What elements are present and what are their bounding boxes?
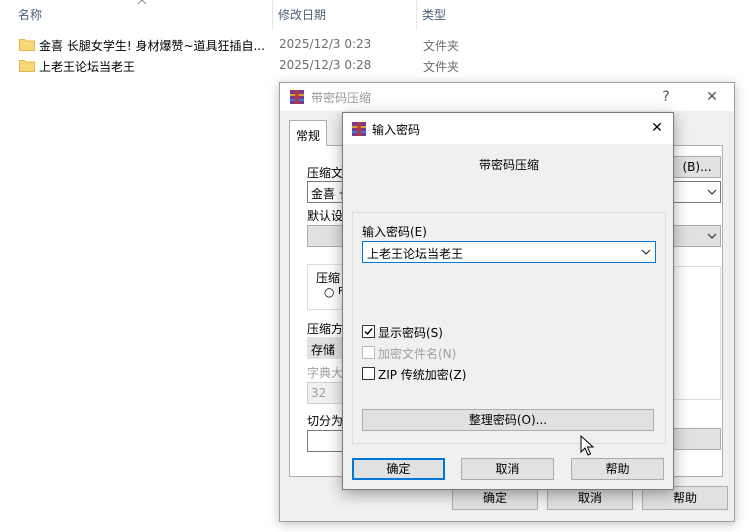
- sort-ascending-icon: [137, 0, 147, 5]
- folder-icon: [19, 39, 35, 51]
- password-combo[interactable]: 上老王论坛当老王: [362, 241, 656, 263]
- default-settings-label: 默认设: [307, 209, 344, 223]
- split-label: 切分为: [307, 414, 344, 428]
- winrar-icon: [290, 90, 304, 104]
- file-name: 上老王论坛当老王: [39, 60, 136, 74]
- profiles-button[interactable]: [307, 225, 347, 247]
- close-button[interactable]: ✕: [643, 117, 671, 139]
- split-field[interactable]: [307, 430, 347, 452]
- dialog-titlebar[interactable]: 输入密码 ✕: [343, 113, 673, 144]
- chevron-down-icon[interactable]: [641, 249, 651, 255]
- chevron-down-icon: [707, 189, 717, 195]
- format-label: 压缩: [316, 271, 341, 285]
- update-mode-select[interactable]: [673, 181, 721, 203]
- column-header-date[interactable]: 修改日期: [274, 0, 326, 30]
- dialog-title: 输入密码: [372, 123, 421, 137]
- dialog-heading: 带密码压缩: [478, 158, 539, 172]
- column-divider[interactable]: [272, 0, 273, 30]
- close-button[interactable]: ✕: [698, 86, 726, 108]
- show-password-label: 显示密码(S): [378, 326, 443, 340]
- dict-size-label: 字典大: [307, 366, 344, 380]
- folder-icon: [19, 60, 35, 72]
- options-group: [673, 266, 721, 400]
- file-name: 金喜 长腿女学生! 身材爆赞~道具狂插自...: [39, 39, 265, 53]
- method-select[interactable]: 存储: [307, 337, 347, 359]
- password-label: 输入密码(E): [362, 225, 427, 239]
- enter-password-dialog: 输入密码 ✕ 带密码压缩 输入密码(E) 上老王论坛当老王 显示密码(S) 加密…: [342, 112, 674, 490]
- method-label: 压缩方: [307, 322, 344, 336]
- checkmark-icon: [364, 328, 373, 336]
- encrypt-filenames-checkbox[interactable]: [362, 346, 375, 359]
- set-password-button[interactable]: [673, 428, 721, 450]
- file-type: 文件夹: [423, 39, 460, 53]
- cancel-button[interactable]: 取消: [461, 458, 554, 480]
- column-header-name[interactable]: 名称: [14, 0, 42, 30]
- browse-button[interactable]: (B)...: [673, 156, 721, 178]
- help-button[interactable]: 帮助: [571, 458, 664, 480]
- method-value: 存储: [311, 343, 336, 357]
- format-group: 压缩 ○ R: [307, 264, 347, 310]
- column-header-type[interactable]: 类型: [418, 0, 446, 30]
- archive-name-label: 压缩文: [307, 166, 344, 180]
- dict-size-value: 32: [311, 386, 327, 400]
- ok-button[interactable]: 确定: [352, 458, 445, 480]
- dialog-titlebar[interactable]: 带密码压缩 ? ✕: [280, 83, 734, 111]
- show-password-checkbox[interactable]: [362, 325, 375, 338]
- zip-legacy-encryption-checkbox[interactable]: [362, 367, 375, 380]
- file-date: 2025/12/3 0:28: [279, 58, 372, 72]
- options-select[interactable]: [673, 225, 721, 247]
- winrar-icon: [352, 122, 366, 136]
- archive-name-field[interactable]: 金喜 长: [307, 181, 351, 203]
- zip-legacy-encryption-label: ZIP 传统加密(Z): [378, 368, 467, 382]
- password-value: 上老王论坛当老王: [367, 247, 464, 261]
- file-type: 文件夹: [423, 60, 460, 74]
- organize-passwords-button[interactable]: 整理密码(O)...: [362, 409, 654, 431]
- help-titlebar-button[interactable]: ?: [652, 86, 680, 108]
- file-row[interactable]: 金喜 长腿女学生! 身材爆赞~道具狂插自... 2025/12/3 0:23 文…: [0, 35, 520, 56]
- chevron-down-icon: [707, 233, 717, 239]
- dialog-title: 带密码压缩: [311, 91, 372, 105]
- file-date: 2025/12/3 0:23: [279, 37, 372, 51]
- file-row[interactable]: 上老王论坛当老王 2025/12/3 0:28 文件夹: [0, 56, 520, 77]
- column-divider[interactable]: [416, 0, 417, 30]
- encrypt-filenames-label: 加密文件名(N): [378, 347, 457, 361]
- mouse-cursor-icon: [580, 435, 594, 456]
- format-radio[interactable]: ○: [324, 285, 334, 299]
- tab-general[interactable]: 常规: [289, 120, 328, 146]
- dict-size-select[interactable]: 32: [307, 382, 347, 404]
